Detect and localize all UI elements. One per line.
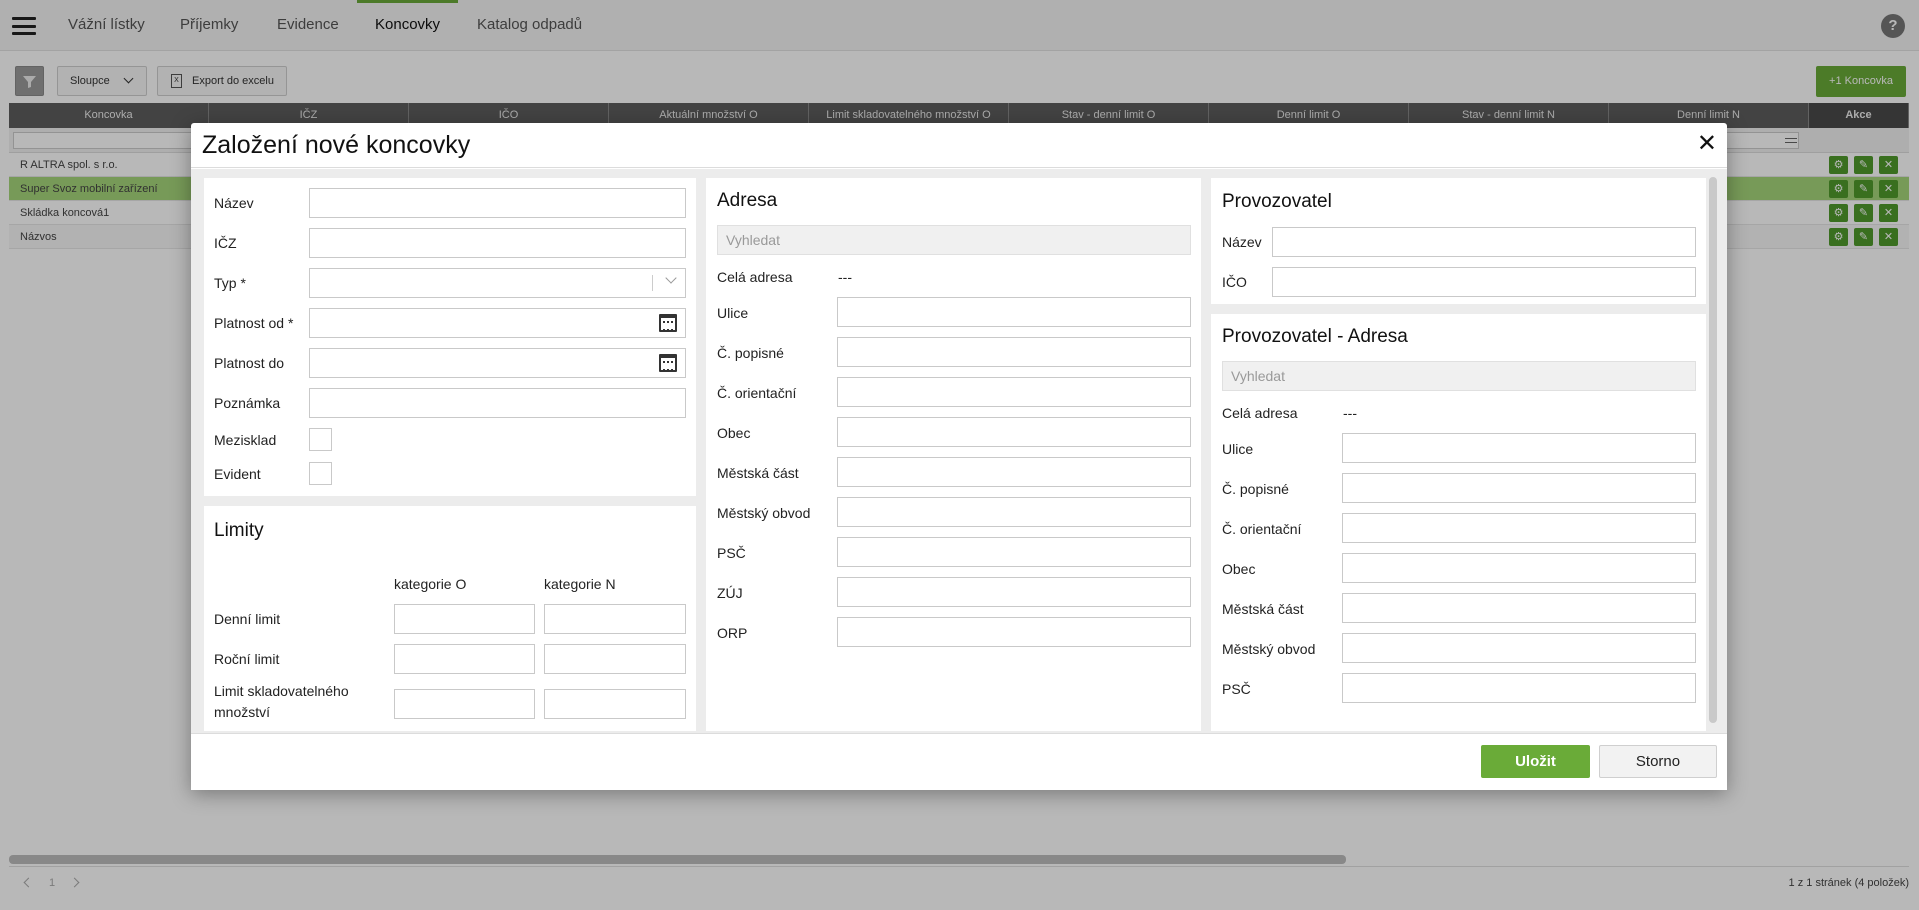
- address-title: Adresa: [717, 190, 778, 211]
- operator-name-input[interactable]: [1272, 227, 1696, 257]
- operator-panel: Provozovatel Název IČO: [1211, 178, 1706, 304]
- name-label: Název: [214, 195, 254, 211]
- operator-city-part-input[interactable]: [1342, 593, 1696, 623]
- address-panel: Adresa Vyhledat Celá adresa --- Ulice Č.…: [706, 178, 1201, 731]
- calendar-icon[interactable]: [659, 314, 677, 332]
- operator-name-label: Název: [1222, 234, 1262, 250]
- house-number-label: Č. popisné: [717, 345, 784, 361]
- daily-limit-n-input[interactable]: [544, 604, 686, 634]
- orientation-number-label: Č. orientační: [717, 385, 797, 401]
- operator-district-label: Městský obvod: [1222, 641, 1316, 657]
- note-label: Poznámka: [214, 395, 281, 411]
- dialog-body: Název IČZ Typ * Platnost od * Platnost d…: [191, 169, 1727, 733]
- yearly-limit-o-input[interactable]: [394, 644, 535, 674]
- operator-orientation-number-label: Č. orientační: [1222, 521, 1302, 537]
- cancel-button[interactable]: Storno: [1599, 745, 1717, 778]
- evident-label: Evident: [214, 466, 261, 482]
- evident-checkbox[interactable]: [309, 462, 332, 485]
- close-icon[interactable]: ✕: [1697, 131, 1717, 157]
- type-label: Typ *: [214, 275, 246, 291]
- operator-address-panel: Provozovatel - Adresa Vyhledat Celá adre…: [1211, 314, 1706, 731]
- city-input[interactable]: [837, 417, 1191, 447]
- mezisklad-checkbox[interactable]: [309, 428, 332, 451]
- category-n-header: kategorie N: [544, 576, 616, 592]
- operator-title: Provozovatel: [1222, 191, 1332, 212]
- operator-city-label: Obec: [1222, 561, 1256, 577]
- operator-address-search-input[interactable]: Vyhledat: [1222, 361, 1696, 391]
- type-select[interactable]: [309, 268, 686, 298]
- operator-orientation-number-input[interactable]: [1342, 513, 1696, 543]
- yearly-limit-n-input[interactable]: [544, 644, 686, 674]
- storage-limit-o-input[interactable]: [394, 689, 535, 719]
- street-input[interactable]: [837, 297, 1191, 327]
- operator-house-number-input[interactable]: [1342, 473, 1696, 503]
- valid-to-date-input[interactable]: [309, 348, 686, 378]
- select-separator: [652, 275, 653, 291]
- operator-street-label: Ulice: [1222, 441, 1254, 457]
- dialog-footer: Uložit Storno: [191, 733, 1727, 790]
- zip-input[interactable]: [837, 537, 1191, 567]
- city-label: Obec: [717, 425, 751, 441]
- operator-house-number-label: Č. popisné: [1222, 481, 1289, 497]
- operator-street-input[interactable]: [1342, 433, 1696, 463]
- storage-limit-label-line1: Limit skladovatelného: [214, 683, 349, 699]
- zuj-label: ZÚJ: [717, 585, 743, 601]
- operator-district-input[interactable]: [1342, 633, 1696, 663]
- orp-input[interactable]: [837, 617, 1191, 647]
- name-input[interactable]: [309, 188, 686, 218]
- calendar-icon[interactable]: [659, 354, 677, 372]
- storage-limit-n-input[interactable]: [544, 689, 686, 719]
- note-input[interactable]: [309, 388, 686, 418]
- create-koncovka-dialog: Založení nové koncovky ✕ Název IČZ Typ *…: [191, 123, 1727, 790]
- orp-label: ORP: [717, 625, 748, 641]
- valid-to-label: Platnost do: [214, 355, 285, 371]
- dialog-header: Založení nové koncovky ✕: [191, 123, 1727, 168]
- yearly-limit-label: Roční limit: [214, 651, 280, 667]
- category-o-header: kategorie O: [394, 576, 467, 592]
- district-label: Městský obvod: [717, 505, 811, 521]
- mezisklad-label: Mezisklad: [214, 432, 277, 448]
- operator-ico-label: IČO: [1222, 274, 1247, 290]
- daily-limit-o-input[interactable]: [394, 604, 535, 634]
- operator-city-input[interactable]: [1342, 553, 1696, 583]
- dialog-title: Založení nové koncovky: [202, 131, 471, 159]
- zuj-input[interactable]: [837, 577, 1191, 607]
- orientation-number-input[interactable]: [837, 377, 1191, 407]
- valid-from-label: Platnost od *: [214, 315, 294, 331]
- valid-from-date-input[interactable]: [309, 308, 686, 338]
- city-part-label: Městská část: [717, 465, 799, 481]
- district-input[interactable]: [837, 497, 1191, 527]
- zip-label: PSČ: [717, 545, 746, 561]
- house-number-input[interactable]: [837, 337, 1191, 367]
- city-part-input[interactable]: [837, 457, 1191, 487]
- limits-title: Limity: [214, 520, 264, 541]
- operator-zip-label: PSČ: [1222, 681, 1251, 697]
- operator-full-address-label: Celá adresa: [1222, 405, 1298, 421]
- dialog-vertical-scrollbar[interactable]: [1709, 177, 1717, 723]
- operator-ico-input[interactable]: [1272, 267, 1696, 297]
- storage-limit-label-line2: množství: [214, 704, 271, 720]
- operator-address-title: Provozovatel - Adresa: [1222, 326, 1408, 347]
- icz-label: IČZ: [214, 235, 237, 251]
- operator-city-part-label: Městská část: [1222, 601, 1304, 617]
- full-address-label: Celá adresa: [717, 269, 793, 285]
- general-panel: Název IČZ Typ * Platnost od * Platnost d…: [204, 178, 696, 496]
- save-button[interactable]: Uložit: [1481, 745, 1590, 778]
- daily-limit-label: Denní limit: [214, 611, 281, 627]
- address-search-input[interactable]: Vyhledat: [717, 225, 1191, 255]
- full-address-value: ---: [838, 269, 852, 285]
- limits-panel: Limity kategorie O kategorie N Denní lim…: [204, 506, 696, 731]
- street-label: Ulice: [717, 305, 749, 321]
- operator-full-address-value: ---: [1343, 405, 1357, 421]
- icz-input[interactable]: [309, 228, 686, 258]
- operator-zip-input[interactable]: [1342, 673, 1696, 703]
- chevron-down-icon: [665, 272, 677, 284]
